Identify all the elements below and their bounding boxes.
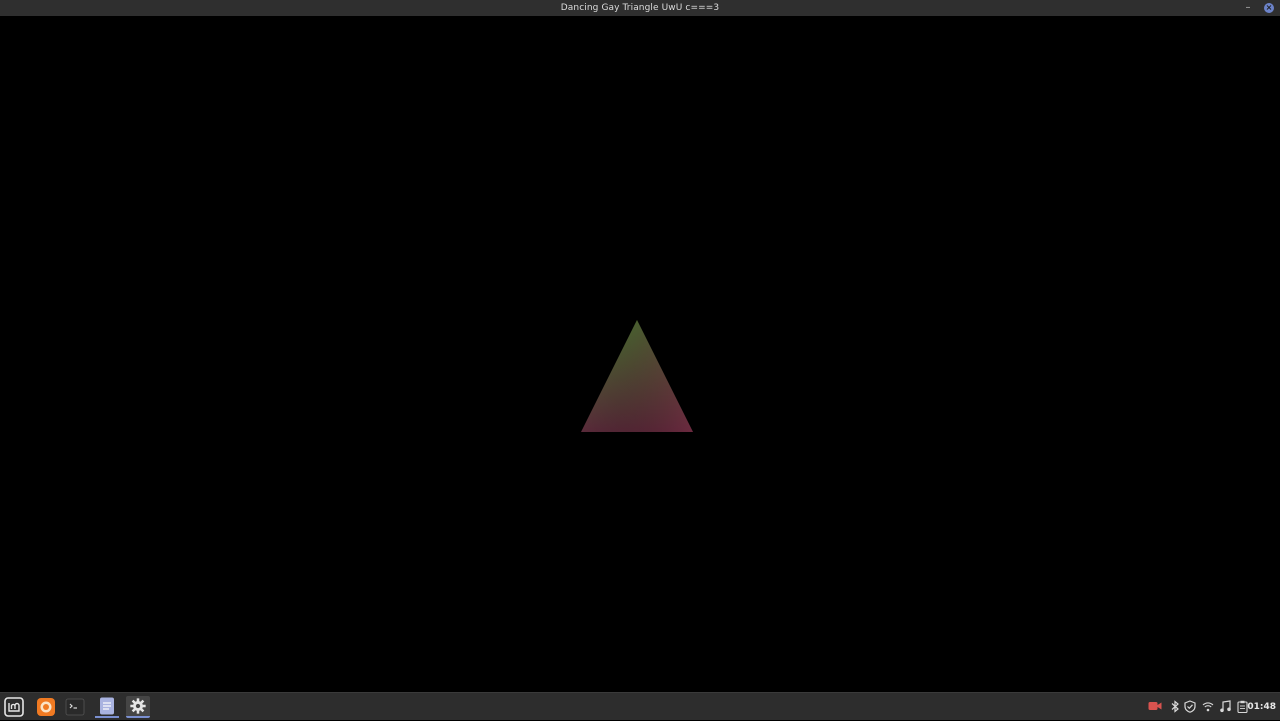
taskbar: 01:48 bbox=[0, 692, 1280, 720]
music-note-icon bbox=[1220, 699, 1231, 712]
window-title: Dancing Gay Triangle UwU c===3 bbox=[560, 3, 720, 13]
minimize-icon: – bbox=[1245, 2, 1251, 13]
network-indicator[interactable] bbox=[1201, 699, 1215, 713]
close-button[interactable]: × bbox=[1262, 0, 1276, 16]
clipboard-icon bbox=[1236, 700, 1248, 713]
notes-icon bbox=[100, 697, 114, 715]
gear-icon bbox=[130, 698, 146, 714]
camera-icon bbox=[1148, 702, 1162, 710]
render-canvas bbox=[0, 16, 1280, 692]
minimize-button[interactable]: – bbox=[1242, 0, 1254, 16]
linux-mint-icon bbox=[4, 697, 24, 717]
notes-launcher[interactable] bbox=[95, 696, 119, 718]
bluetooth-indicator[interactable] bbox=[1168, 699, 1182, 713]
camera-recording-indicator[interactable] bbox=[1148, 699, 1162, 713]
firefox-icon bbox=[37, 698, 55, 716]
terminal-icon bbox=[65, 698, 85, 716]
terminal-launcher[interactable] bbox=[63, 696, 87, 718]
bluetooth-icon bbox=[1171, 699, 1179, 713]
start-menu-button[interactable] bbox=[2, 696, 26, 718]
window-titlebar[interactable]: Dancing Gay Triangle UwU c===3 – × bbox=[0, 0, 1280, 16]
wifi-icon bbox=[1202, 701, 1214, 711]
firefox-launcher[interactable] bbox=[34, 696, 58, 718]
settings-launcher[interactable] bbox=[126, 696, 150, 718]
shield-icon bbox=[1184, 699, 1196, 713]
clock[interactable]: 01:48 bbox=[1247, 693, 1276, 721]
sound-indicator[interactable] bbox=[1218, 699, 1232, 713]
triangle-scene bbox=[581, 320, 693, 432]
update-manager-indicator[interactable] bbox=[1183, 699, 1197, 713]
rgb-triangle-overlay bbox=[581, 320, 693, 432]
